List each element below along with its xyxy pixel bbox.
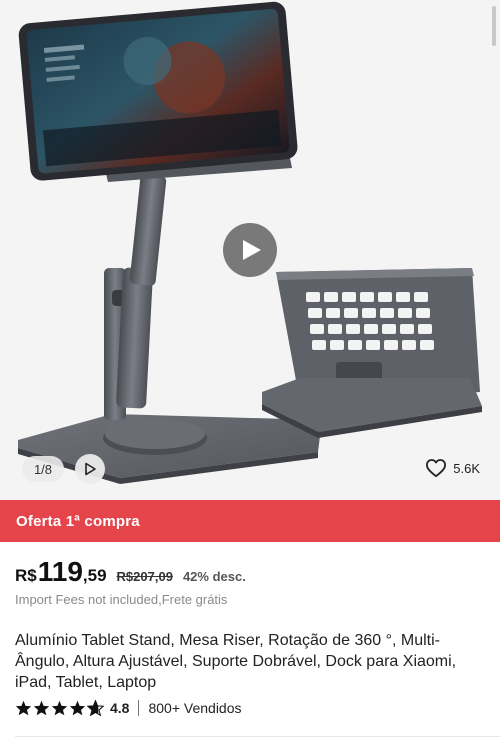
star-icon <box>69 700 86 716</box>
sold-count: 800+ Vendidos <box>148 700 242 716</box>
product-title: Alumínio Tablet Stand, Mesa Riser, Rotaç… <box>15 632 457 691</box>
divider <box>138 700 140 716</box>
star-icon <box>33 700 50 716</box>
scrollbar[interactable] <box>492 6 496 46</box>
rating-value: 4.8 <box>110 700 130 716</box>
offer-label: Oferta 1ª compra <box>16 512 140 530</box>
fees-note: Import Fees not included,Frete grátis <box>15 592 228 607</box>
rating-stars <box>15 700 104 716</box>
likes-count: 5.6K <box>453 460 480 476</box>
star-icon <box>15 700 32 716</box>
price-currency: R$ <box>15 566 37 585</box>
play-icon <box>85 462 96 476</box>
wishlist-button[interactable]: 5.6K <box>425 456 480 480</box>
price-cents: ,59 <box>82 566 107 585</box>
star-half-icon <box>87 700 104 716</box>
product-gallery[interactable]: 1/8 5.6K <box>0 0 500 500</box>
rating-row[interactable]: 4.8 800+ Vendidos <box>15 700 242 716</box>
section-divider <box>15 736 500 737</box>
play-icon <box>243 240 261 260</box>
video-play-button[interactable] <box>223 223 277 277</box>
discount-label: 42% desc. <box>182 569 246 584</box>
video-button[interactable] <box>75 454 105 484</box>
price-row: R$ 119 ,59 R$207,09 42% desc. <box>15 556 246 588</box>
original-price: R$207,09 <box>116 569 173 584</box>
first-purchase-offer-banner: Oferta 1ª compra <box>0 500 500 542</box>
image-counter: 1/8 <box>22 456 64 482</box>
heart-outline-icon <box>426 459 447 478</box>
star-icon <box>51 700 68 716</box>
price-integer: 119 <box>37 556 83 587</box>
